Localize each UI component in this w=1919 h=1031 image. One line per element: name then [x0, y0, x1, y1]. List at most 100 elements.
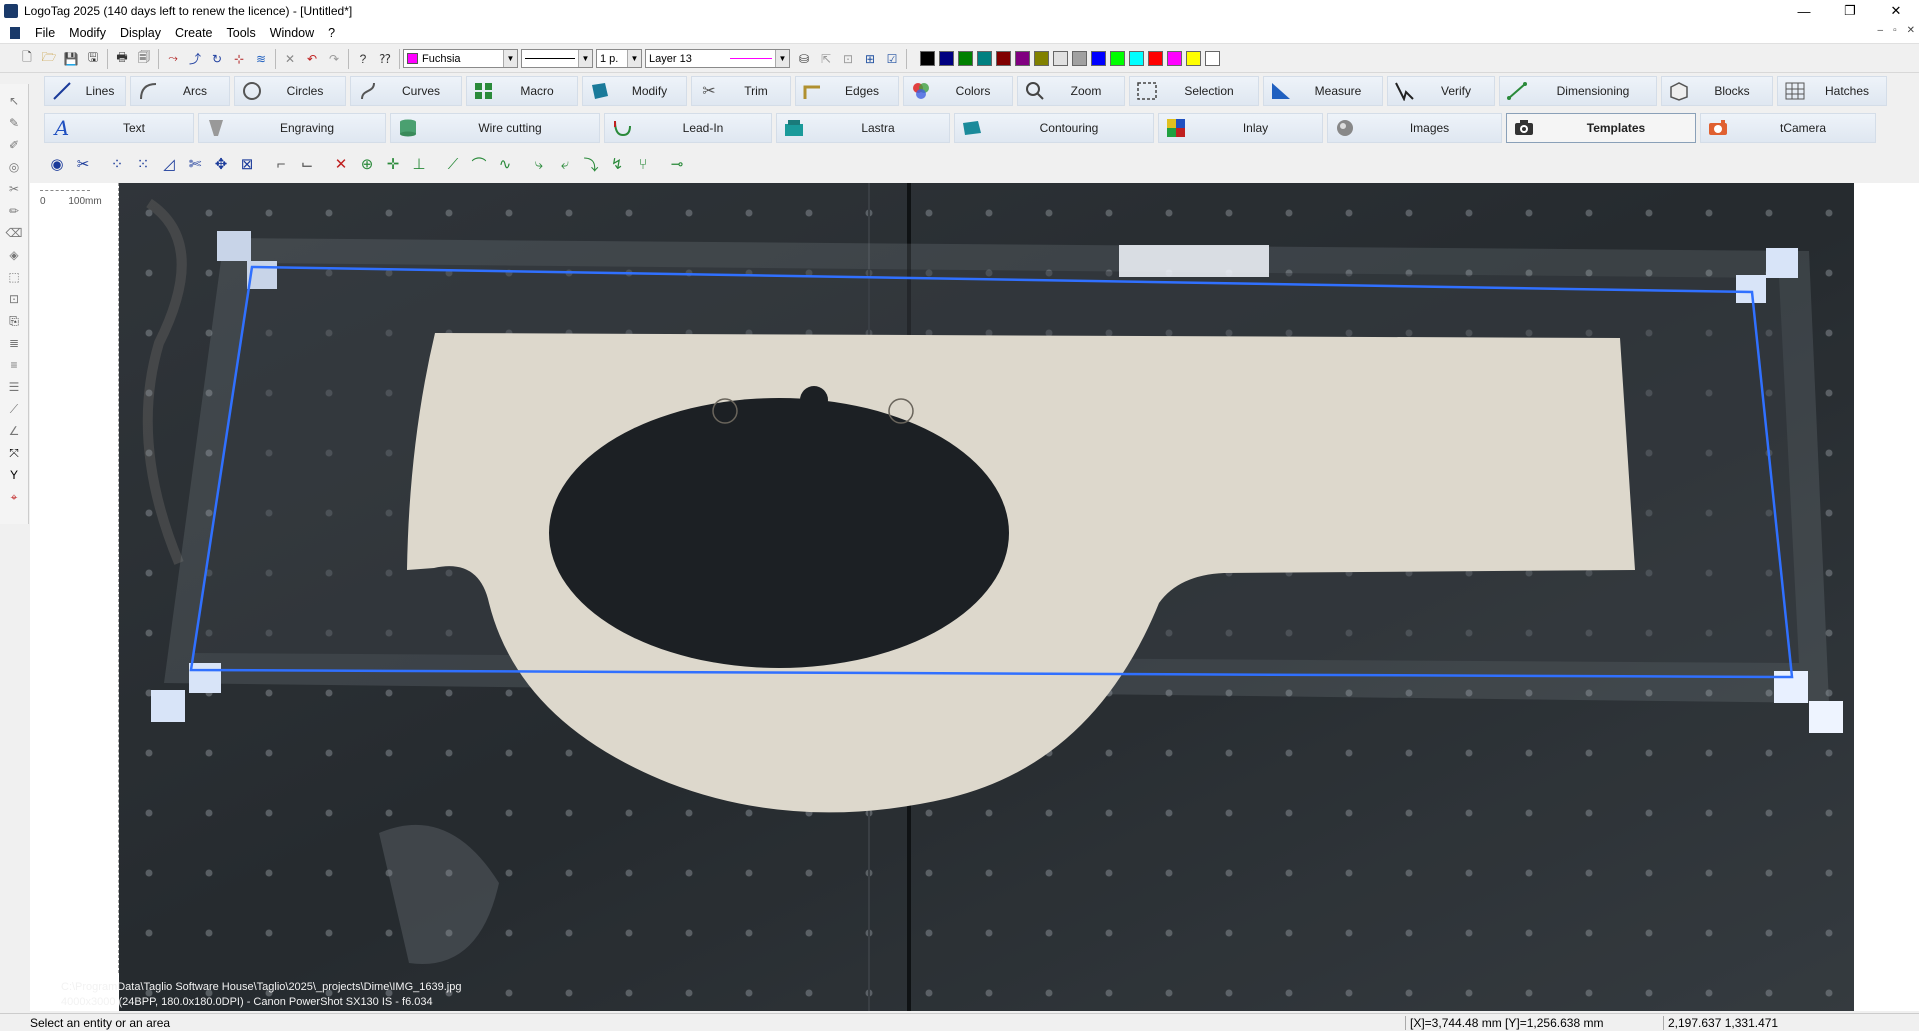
scissors-icon[interactable]: ✂ — [70, 152, 96, 176]
orbit-icon[interactable]: ↻ — [208, 50, 226, 68]
undo-icon[interactable]: ↶ — [303, 50, 321, 68]
palette-color[interactable] — [920, 51, 935, 66]
menu-file[interactable]: File — [28, 26, 62, 40]
target-icon[interactable]: ◎ — [5, 158, 23, 176]
palette-color[interactable] — [1129, 51, 1144, 66]
branch-icon[interactable]: ⑂ — [630, 152, 656, 176]
linetype-select[interactable]: ▼ — [521, 49, 593, 68]
menu-create[interactable]: Create — [168, 26, 220, 40]
ribbon-engraving[interactable]: Engraving — [198, 113, 386, 143]
ribbon-lead-in[interactable]: Lead-In — [604, 113, 772, 143]
palette-color[interactable] — [1053, 51, 1068, 66]
polyline-icon[interactable]: ⤷ — [526, 152, 552, 176]
mdi-restore-button[interactable]: ▫ — [1893, 25, 1897, 36]
draw-icon[interactable]: ✐ — [5, 136, 23, 154]
palette-color[interactable] — [1015, 51, 1030, 66]
palette-color[interactable] — [1148, 51, 1163, 66]
cut-icon[interactable]: ✂ — [5, 180, 23, 198]
palette-color[interactable] — [1205, 51, 1220, 66]
context-help-icon[interactable]: ⁇ — [376, 50, 394, 68]
ortho-icon[interactable]: ⊹ — [230, 50, 248, 68]
ribbon-tcamera[interactable]: tCamera — [1700, 113, 1876, 143]
ribbon-blocks[interactable]: Blocks — [1661, 76, 1773, 106]
move-icon[interactable]: ✥ — [208, 152, 234, 176]
angle-tool-icon[interactable]: ∠ — [5, 422, 23, 440]
ribbon-colors[interactable]: Colors — [903, 76, 1013, 106]
y-axis-icon[interactable]: Y — [5, 466, 23, 484]
fill-icon[interactable]: ◈ — [5, 246, 23, 264]
export-icon[interactable]: ⇱ — [817, 50, 835, 68]
template-photo[interactable] — [119, 183, 1854, 1011]
ribbon-macro[interactable]: Macro — [466, 76, 578, 106]
ribbon-lastra[interactable]: Lastra — [776, 113, 950, 143]
maximize-button[interactable]: ❐ — [1827, 0, 1873, 22]
stack-icon[interactable]: ≣ — [5, 334, 23, 352]
redo-icon[interactable]: ↷ — [325, 50, 343, 68]
node-line-icon[interactable]: ⊕ — [354, 152, 380, 176]
new-file-icon[interactable]: 🗋 — [18, 50, 36, 68]
print-icon[interactable]: 🖶 — [113, 50, 131, 68]
stack-down-icon[interactable]: ☰ — [5, 378, 23, 396]
snap-node-icon[interactable]: ⤴ — [186, 50, 204, 68]
curve-segment-icon[interactable]: ∿ — [492, 152, 518, 176]
scissors-cross-icon[interactable]: ✄ — [182, 152, 208, 176]
pointer-icon[interactable]: ↖ — [5, 92, 23, 110]
pen-icon[interactable]: ✎ — [5, 114, 23, 132]
grid-icon[interactable]: ⊞ — [861, 50, 879, 68]
ribbon-verify[interactable]: Verify — [1387, 76, 1495, 106]
help-icon[interactable]: ? — [354, 50, 372, 68]
angle-icon[interactable]: ◿ — [156, 152, 182, 176]
camera-capture-icon[interactable]: ◉ — [44, 152, 70, 176]
ribbon-measure[interactable]: Measure — [1263, 76, 1383, 106]
palette-color[interactable] — [1186, 51, 1201, 66]
points-icon[interactable]: ⁘ — [104, 152, 130, 176]
palette-color[interactable] — [1110, 51, 1125, 66]
check-icon[interactable]: ☑ — [883, 50, 901, 68]
close-button[interactable]: ✕ — [1873, 0, 1919, 22]
palette-color[interactable] — [977, 51, 992, 66]
corner-icon[interactable]: ⌐ — [268, 152, 294, 176]
ribbon-circles[interactable]: Circles — [234, 76, 346, 106]
minimize-button[interactable]: — — [1781, 0, 1827, 22]
ribbon-edges[interactable]: Edges — [795, 76, 899, 106]
ribbon-trim[interactable]: ✂ Trim — [691, 76, 791, 106]
perpendicular-icon[interactable]: ⊥ — [406, 152, 432, 176]
ribbon-hatches[interactable]: Hatches — [1777, 76, 1887, 106]
corner-l-icon[interactable]: ⌙ — [294, 152, 320, 176]
palette-color[interactable] — [1167, 51, 1182, 66]
ribbon-arcs[interactable]: Arcs — [130, 76, 230, 106]
ribbon-lines[interactable]: Lines — [44, 76, 126, 106]
layers-icon[interactable]: ≋ — [252, 50, 270, 68]
points-arrow-icon[interactable]: ⁙ — [130, 152, 156, 176]
polyarc-node-icon[interactable]: ↯ — [604, 152, 630, 176]
ribbon-dimensioning[interactable]: Dimensioning — [1499, 76, 1657, 106]
menu-help[interactable]: ? — [321, 26, 342, 40]
palette-color[interactable] — [958, 51, 973, 66]
ribbon-templates[interactable]: Templates — [1506, 113, 1696, 143]
eraser-icon[interactable]: ⌫ — [5, 224, 23, 242]
layer-up-icon[interactable]: ⎘ — [5, 312, 23, 330]
snap-icon[interactable]: ⤳ — [164, 50, 182, 68]
mdi-close-button[interactable]: ✕ — [1907, 25, 1915, 36]
menu-display[interactable]: Display — [113, 26, 168, 40]
linewidth-select[interactable]: 1 p. ▼ — [596, 49, 642, 68]
line-segment-icon[interactable]: ⟋ — [440, 152, 466, 176]
mdi-minimize-button[interactable]: – — [1878, 25, 1884, 36]
ribbon-images[interactable]: Images — [1327, 113, 1502, 143]
ribbon-contouring[interactable]: Contouring — [954, 113, 1154, 143]
palette-color[interactable] — [1034, 51, 1049, 66]
ribbon-inlay[interactable]: Inlay — [1158, 113, 1323, 143]
ribbon-modify[interactable]: Modify — [582, 76, 687, 106]
ribbon-selection[interactable]: Selection — [1129, 76, 1259, 106]
palette-color[interactable] — [1072, 51, 1087, 66]
save-all-icon[interactable]: 🖫 — [84, 50, 102, 68]
select-box-icon[interactable]: ⬚ — [5, 268, 23, 286]
horizontal-line-icon[interactable]: ⊸ — [664, 152, 690, 176]
save-icon[interactable]: 💾 — [62, 50, 80, 68]
measure-tool-icon[interactable]: ⟋ — [5, 400, 23, 418]
polyarc-icon[interactable]: ⤶ — [552, 152, 578, 176]
stretch-icon[interactable]: ⊠ — [234, 152, 260, 176]
color-select[interactable]: Fuchsia ▼ — [403, 49, 518, 68]
fit-icon[interactable]: ⊡ — [5, 290, 23, 308]
delete-icon[interactable]: ✕ — [281, 50, 299, 68]
